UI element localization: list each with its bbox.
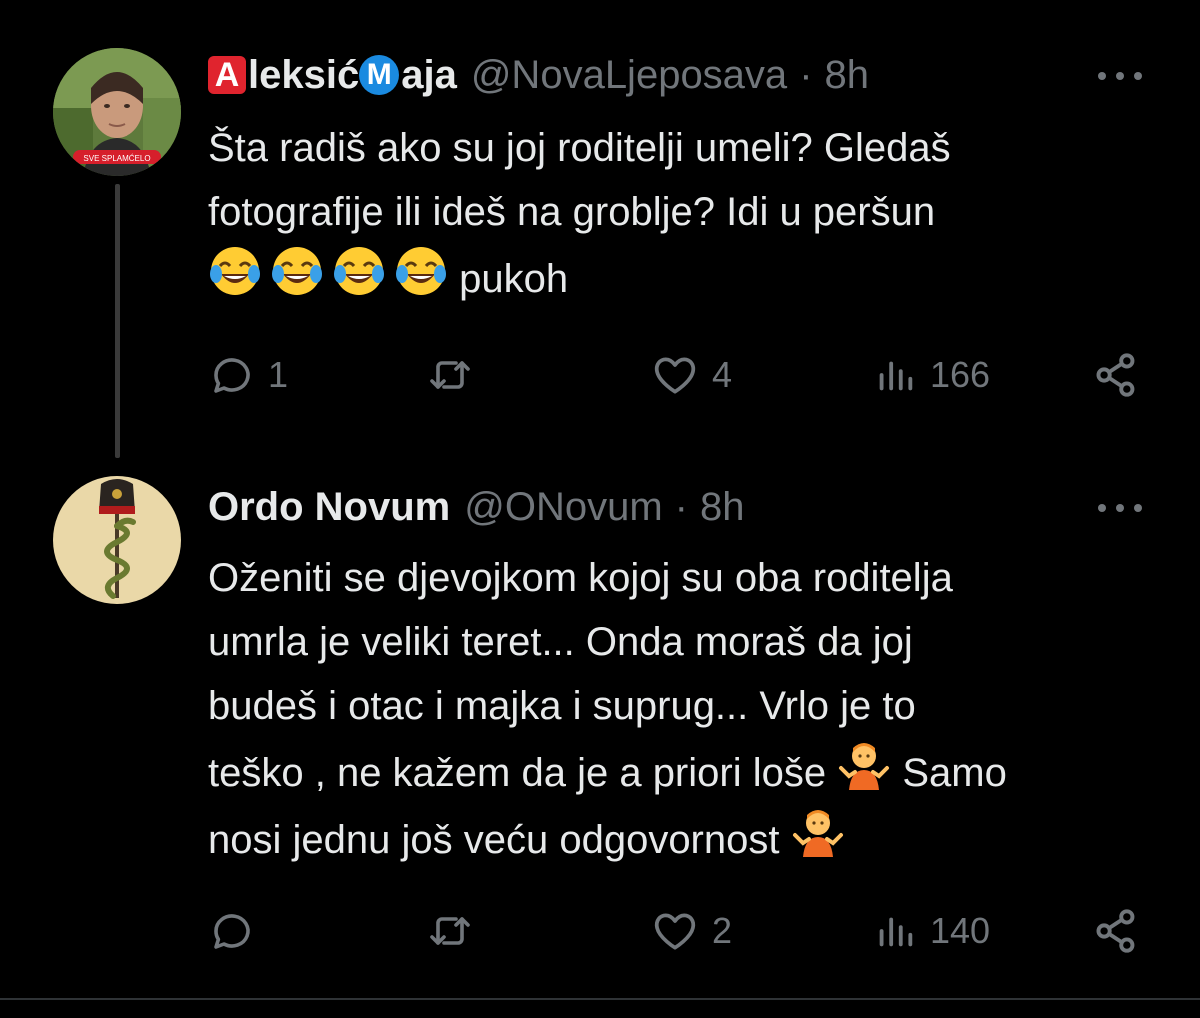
reply-count: 1 [268,354,289,395]
letter-a-badge: A [208,56,246,94]
tweet-text-segment: Samo [891,751,1007,795]
tweet-header: A leksić M aja @NovaLjeposava · 8h [208,50,869,100]
views-chart-icon [879,361,913,391]
retweet-button[interactable] [426,901,486,961]
retweet-icon [430,917,470,945]
divider [0,998,1200,1000]
like-count: 2 [712,910,733,951]
timestamp[interactable]: 8h [700,485,745,530]
tweet-1[interactable]: SVE SPLAMĆELO A leksić M aja @NovaLjepos… [0,0,1200,460]
user-handle[interactable]: @ONovum [464,485,662,530]
reply-icon [214,358,250,393]
heart-icon [654,357,696,394]
reply-button[interactable] [208,901,268,961]
face-with-tears-of-joy-icon [210,247,260,295]
avatar-image: SVE SPLAMĆELO [53,48,181,176]
face-with-tears-of-joy-icon [272,247,322,295]
like-count: 4 [712,354,733,395]
tweet-text-line: Oženiti se djevojkom kojoj su oba rodite… [208,556,953,600]
tweet-text-line: fotografije ili ideš na groblje? Idi u p… [208,190,936,234]
person-shrugging-icon [792,810,843,857]
views-button[interactable]: 140 [872,901,990,961]
thread-connector-line [115,184,120,458]
tweet-text-line-4: teško , ne kažem da je a priori loše Sam… [208,738,1168,805]
face-with-tears-of-joy-icon [334,247,384,295]
share-button[interactable] [1090,345,1142,405]
face-with-tears-of-joy-icon [396,247,446,295]
share-button[interactable] [1090,901,1142,961]
tweet-actions: 2 140 [208,901,1148,961]
reply-button[interactable]: 1 [208,345,288,405]
like-button[interactable]: 4 [650,345,732,405]
display-name[interactable]: A leksić M aja [208,53,457,98]
views-count: 166 [930,354,991,395]
letter-m-badge: M [359,55,400,95]
more-options-icon[interactable] [1098,498,1142,518]
timestamp[interactable]: 8h [825,53,870,98]
like-button[interactable]: 2 [650,901,732,961]
avatar-caption: SVE SPLAMĆELO [83,154,150,163]
more-options-icon[interactable] [1098,66,1142,86]
person-shrugging-icon [839,743,890,790]
tweet-header: Ordo Novum @ONovum · 8h [208,482,744,532]
separator-dot: · [799,52,813,97]
display-name-part-1: leksić [248,52,360,97]
reply-icon [214,914,250,949]
tweet-text-line: budeš i otac i majka i suprug... Vrlo je… [208,684,916,728]
tweet-text-line: umrla je veliki teret... Onda moraš da j… [208,620,913,664]
views-count: 140 [930,910,991,951]
retweet-icon [430,361,470,389]
avatar-image [53,476,181,604]
avatar-aleksic-maja[interactable]: SVE SPLAMĆELO [53,48,181,176]
avatar-ordo-novum[interactable] [53,476,181,604]
retweet-button[interactable] [426,345,486,405]
tweet-text-line: Šta radiš ako su joj roditelji umeli? Gl… [208,126,951,170]
user-handle[interactable]: @NovaLjeposava [471,53,787,98]
tweet-text: Oženiti se djevojkom kojoj su oba rodite… [208,546,1168,872]
tweet-text-line-3: pukoh [208,244,1168,311]
tweet-text-segment: nosi jednu još veću odgovornost [208,818,791,862]
tweet-2[interactable]: Ordo Novum @ONovum · 8h Oženiti se djevo… [0,460,1200,998]
views-chart-icon [879,917,913,947]
tweet-text-line-5: nosi jednu još veću odgovornost [208,805,1168,872]
heart-icon [654,913,696,950]
share-icon [1096,909,1135,953]
tweet-text-segment: teško , ne kažem da je a priori loše [208,751,838,795]
share-icon [1096,353,1135,397]
display-name[interactable]: Ordo Novum [208,485,450,530]
separator-dot: · [674,484,688,529]
tweet-actions: 1 4 166 [208,345,1148,405]
tweet-text-tail: pukoh [448,257,569,301]
display-name-part-2: aja [401,52,457,97]
views-button[interactable]: 166 [872,345,990,405]
tweet-text: Šta radiš ako su joj roditelji umeli? Gl… [208,116,1168,311]
